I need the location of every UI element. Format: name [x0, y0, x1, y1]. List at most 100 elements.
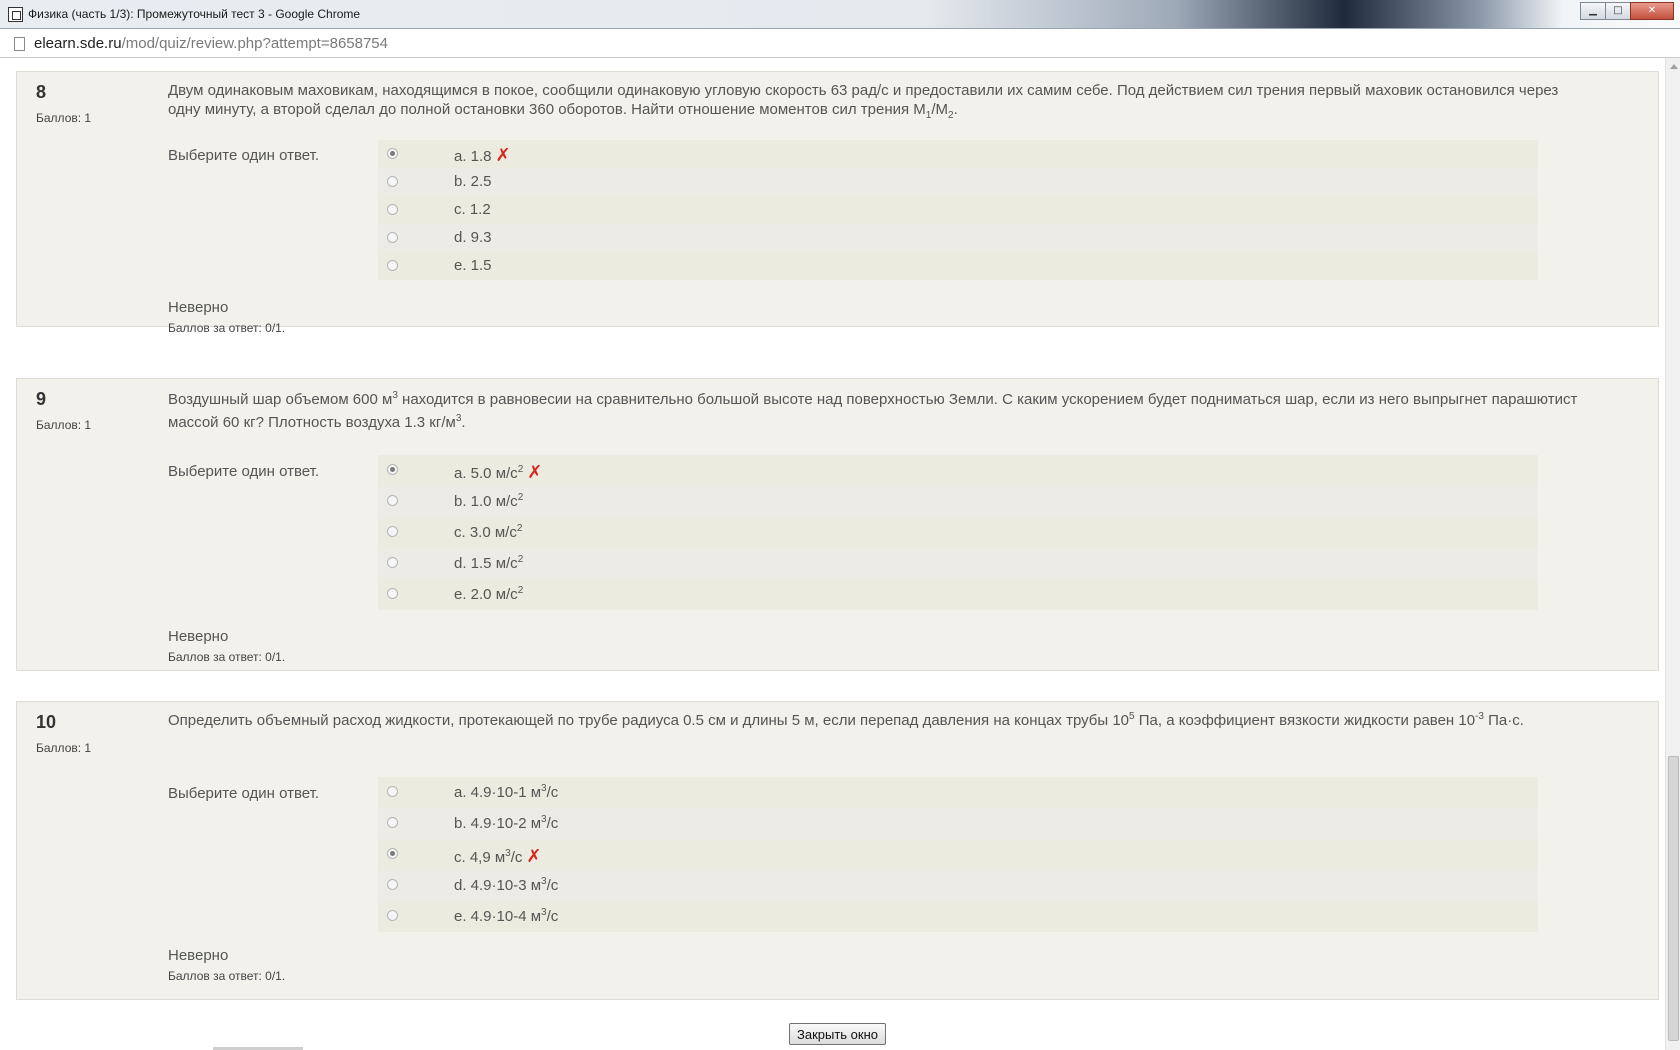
question-text-part: Па·с. [1483, 712, 1524, 729]
answer-prompt: Выберите один ответ. [168, 463, 319, 480]
answer-option[interactable]: b. 4.9·10-2 м3/с [378, 808, 1538, 839]
radio-button[interactable] [387, 910, 398, 921]
question-8: 8 Баллов: 1 Двум одинаковым маховикам, н… [16, 71, 1659, 335]
answer-option[interactable]: a. 4.9·10-1 м3/с [378, 777, 1538, 808]
answer-label-text: b. 4.9·10-2 м [454, 815, 542, 832]
answer-label-text: b. 1.0 м/с [454, 493, 518, 510]
answer-option[interactable]: d. 1.5 м/с2 [378, 548, 1538, 579]
answer-option[interactable]: d. 4.9·10-3 м3/с [378, 870, 1538, 901]
unit-superscript: 2 [517, 585, 524, 596]
answer-option[interactable]: a. 5.0 м/с2 ✗ [378, 455, 1538, 486]
answer-label-text: c. 4,9 м [454, 849, 506, 866]
answer-label[interactable]: b. 4.9·10-2 м3/с [454, 815, 558, 833]
radio-button[interactable] [387, 148, 398, 159]
answer-label-text: a. 4.9·10-1 м [454, 784, 542, 801]
answer-option[interactable]: e. 2.0 м/с2 [378, 579, 1538, 610]
answer-label[interactable]: e. 4.9·10-4 м3/с [454, 908, 559, 926]
vertical-scrollbar[interactable] [1665, 58, 1680, 1050]
answer-label[interactable]: e. 2.0 м/с2 [454, 585, 524, 604]
radio-button[interactable] [387, 176, 398, 187]
answer-prompt: Выберите один ответ. [168, 785, 319, 802]
radio-button[interactable] [387, 260, 398, 271]
radio-button[interactable] [387, 786, 398, 797]
radio-button[interactable] [387, 848, 398, 859]
close-window-page-button[interactable]: Закрыть окно [789, 1023, 886, 1045]
unit-suffix: /с [546, 877, 559, 894]
answer-label[interactable]: b. 2.5 [454, 173, 492, 190]
radio-button[interactable] [387, 879, 398, 890]
answer-label[interactable]: c. 3.0 м/с2 [454, 523, 523, 542]
mark-text: Баллов за ответ: 0/1. [168, 650, 286, 664]
radio-button[interactable] [387, 464, 398, 475]
answer-label-text: a. 5.0 м/с [454, 465, 518, 482]
radio-button[interactable] [387, 204, 398, 215]
answer-label[interactable]: a. 1.8 ✗ [454, 145, 511, 166]
answer-label-text: a. 1.8 [454, 148, 492, 165]
page-content: 8 Баллов: 1 Двум одинаковым маховикам, н… [0, 58, 1665, 1050]
url-path: /mod/quiz/review.php?attempt=8658754 [121, 35, 388, 52]
radio-button[interactable] [387, 495, 398, 506]
answer-option[interactable]: e. 4.9·10-4 м3/с [378, 901, 1538, 932]
window-title: Физика (часть 1/3): Промежуточный тест 3… [28, 7, 361, 21]
question-text-part: Двум одинаковым маховикам, находящимся в… [168, 82, 1559, 118]
answer-label[interactable]: e. 1.5 [454, 257, 492, 274]
answer-option[interactable]: c. 4,9 м3/с ✗ [378, 839, 1538, 870]
answer-label-text: d. 4.9·10-3 м [454, 877, 542, 894]
question-grade: Баллов: 1 [36, 418, 92, 432]
question-text-part: Определить объемный расход жидкости, про… [168, 712, 1130, 729]
window-controls: ▁ □ ✕ [1580, 2, 1674, 20]
question-text: Определить объемный расход жидкости, про… [168, 711, 1578, 730]
radio-button[interactable] [387, 232, 398, 243]
unit-suffix: /с [546, 908, 559, 925]
question-number: 9 [36, 389, 47, 409]
answer-label[interactable]: d. 9.3 [454, 229, 492, 246]
minimize-button[interactable]: ▁ [1580, 2, 1606, 20]
answer-label[interactable]: a. 4.9·10-1 м3/с [454, 784, 558, 802]
radio-button[interactable] [387, 588, 398, 599]
radio-button[interactable] [387, 817, 398, 828]
answer-option[interactable]: b. 1.0 м/с2 [378, 486, 1538, 517]
incorrect-icon: ✗ [527, 462, 543, 483]
app-icon [8, 7, 23, 22]
answer-option[interactable]: b. 2.5 [378, 168, 1538, 196]
mark-text: Баллов за ответ: 0/1. [168, 321, 286, 335]
answer-option[interactable]: a. 1.8 ✗ [378, 140, 1538, 168]
maximize-button[interactable]: □ [1605, 2, 1631, 20]
address-bar[interactable]: elearn.sde.ru/mod/quiz/review.php?attemp… [0, 29, 1680, 58]
unit-suffix: /с [510, 849, 523, 866]
incorrect-icon: ✗ [495, 145, 511, 166]
question-text-part: . [953, 101, 958, 118]
url-text[interactable]: elearn.sde.ru/mod/quiz/review.php?attemp… [34, 35, 388, 52]
answer-label[interactable]: b. 1.0 м/с2 [454, 493, 523, 511]
answer-option[interactable]: c. 3.0 м/с2 [378, 517, 1538, 548]
close-window-button[interactable]: ✕ [1630, 2, 1674, 20]
answer-option[interactable]: e. 1.5 [378, 252, 1538, 280]
question-number: 8 [36, 82, 47, 102]
scroll-thumb[interactable] [1668, 756, 1679, 1041]
question-text: Воздушный шар объемом 600 м3 находится в… [168, 388, 1578, 434]
radio-button[interactable] [387, 526, 398, 537]
window-titlebar: Физика (часть 1/3): Промежуточный тест 3… [0, 0, 1680, 29]
answer-option[interactable]: c. 1.2 [378, 196, 1538, 224]
answer-label[interactable]: a. 5.0 м/с2 ✗ [454, 462, 542, 483]
question-text-part: Воздушный шар объемом 600 м [168, 391, 393, 408]
answer-label[interactable]: d. 1.5 м/с2 [454, 555, 523, 573]
feedback-text: Неверно [168, 299, 229, 316]
question-text-part: /M [931, 101, 949, 118]
feedback-text: Неверно [168, 628, 229, 645]
question-text-part: . [461, 414, 466, 431]
question-text-part: Па, а коэффициент вязкости жидкости раве… [1134, 712, 1476, 729]
unit-superscript: 2 [517, 464, 524, 475]
answer-option[interactable]: d. 9.3 [378, 224, 1538, 252]
answer-list: a. 5.0 м/с2 ✗ b. 1.0 м/с2 c. 3.0 м/с2 d. … [378, 455, 1538, 610]
url-domain: elearn.sde.ru [34, 35, 122, 52]
question-text: Двум одинаковым маховикам, находящимся в… [168, 81, 1578, 121]
answer-label[interactable]: d. 4.9·10-3 м3/с [454, 877, 559, 895]
answer-label[interactable]: c. 4,9 м3/с ✗ [454, 846, 542, 867]
answer-label[interactable]: c. 1.2 [454, 201, 491, 218]
scroll-up-arrow-icon[interactable] [1670, 64, 1678, 69]
radio-button[interactable] [387, 557, 398, 568]
answer-label-text: e. 2.0 м/с [454, 586, 518, 603]
answer-list: a. 4.9·10-1 м3/с b. 4.9·10-2 м3/с c. 4,9… [378, 777, 1538, 932]
unit-superscript: 2 [516, 523, 523, 534]
